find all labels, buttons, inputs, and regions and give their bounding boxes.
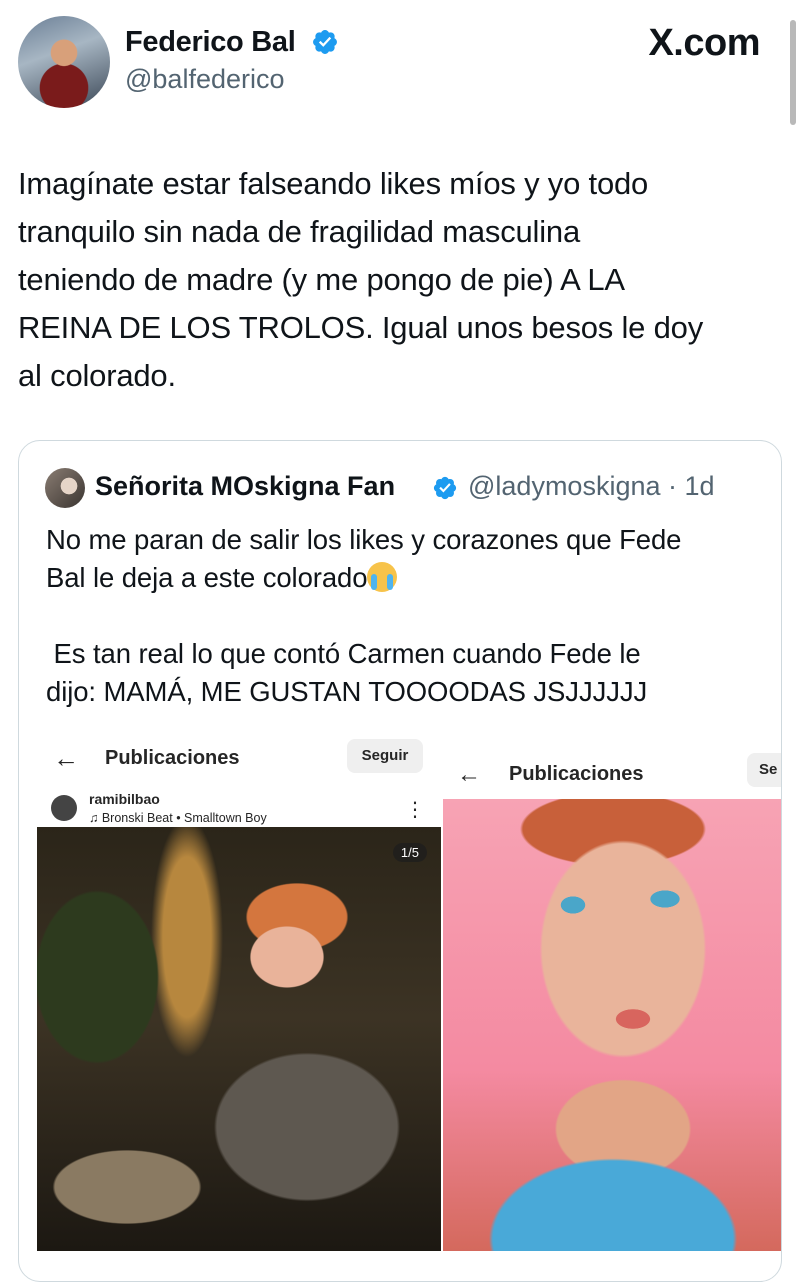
loudly-crying-face-icon	[367, 562, 398, 592]
follow-button: Se	[747, 753, 781, 787]
media-image-left[interactable]: ← Publicaciones Seguir ramibilbao ♫ Bron…	[37, 731, 441, 1251]
tweet-text: Imagínate estar falseando likes míos y y…	[18, 166, 704, 393]
more-options-icon: ⋮	[405, 799, 425, 821]
instagram-title: Publicaciones	[509, 763, 644, 785]
quoted-media[interactable]: ← Publicaciones Seguir ramibilbao ♫ Bron…	[37, 731, 781, 1281]
quoted-text-part2: Es tan real lo que contó Carmen cuando F…	[46, 638, 648, 707]
instagram-header: ← Publicaciones Seguir ramibilbao ♫ Bron…	[37, 731, 441, 827]
media-image-right[interactable]: ← Publicaciones Se	[443, 731, 781, 1251]
verified-badge-icon	[313, 30, 337, 54]
back-arrow-icon: ←	[457, 761, 481, 788]
instagram-username: ramibilbao	[89, 791, 160, 807]
quoted-text-part1: No me paran de salir los likes y corazon…	[46, 524, 682, 593]
author-name[interactable]: Federico Bal	[125, 26, 296, 59]
author-handle[interactable]: @balfederico	[125, 64, 285, 95]
x-logo: X.com	[648, 22, 760, 64]
back-arrow-icon: ←	[53, 743, 79, 773]
instagram-user-avatar	[51, 795, 77, 821]
verified-badge-icon	[433, 476, 457, 500]
carousel-counter: 1/5	[392, 843, 427, 862]
scrollbar[interactable]	[790, 20, 796, 125]
quoted-tweet[interactable]: Señorita MOskigna Fan @ladymoskigna · 1d…	[18, 440, 782, 1282]
tweet-header: Federico Bal @balfederico X.com	[0, 0, 800, 130]
photo-portrait	[443, 799, 781, 1251]
quoted-author-handle-time[interactable]: @ladymoskigna · 1d	[468, 471, 715, 502]
quoted-tweet-text: No me paran de salir los likes y corazon…	[46, 521, 766, 711]
photo-dinner-scene	[37, 827, 441, 1251]
instagram-header: ← Publicaciones Se	[443, 731, 781, 799]
follow-button: Seguir	[347, 739, 423, 773]
quoted-author-name[interactable]: Señorita MOskigna Fan	[95, 471, 395, 502]
instagram-title: Publicaciones	[105, 747, 240, 769]
quoted-author-avatar[interactable]	[45, 468, 85, 508]
author-avatar[interactable]	[18, 16, 110, 108]
instagram-song: ♫ Bronski Beat • Smalltown Boy	[89, 811, 267, 825]
